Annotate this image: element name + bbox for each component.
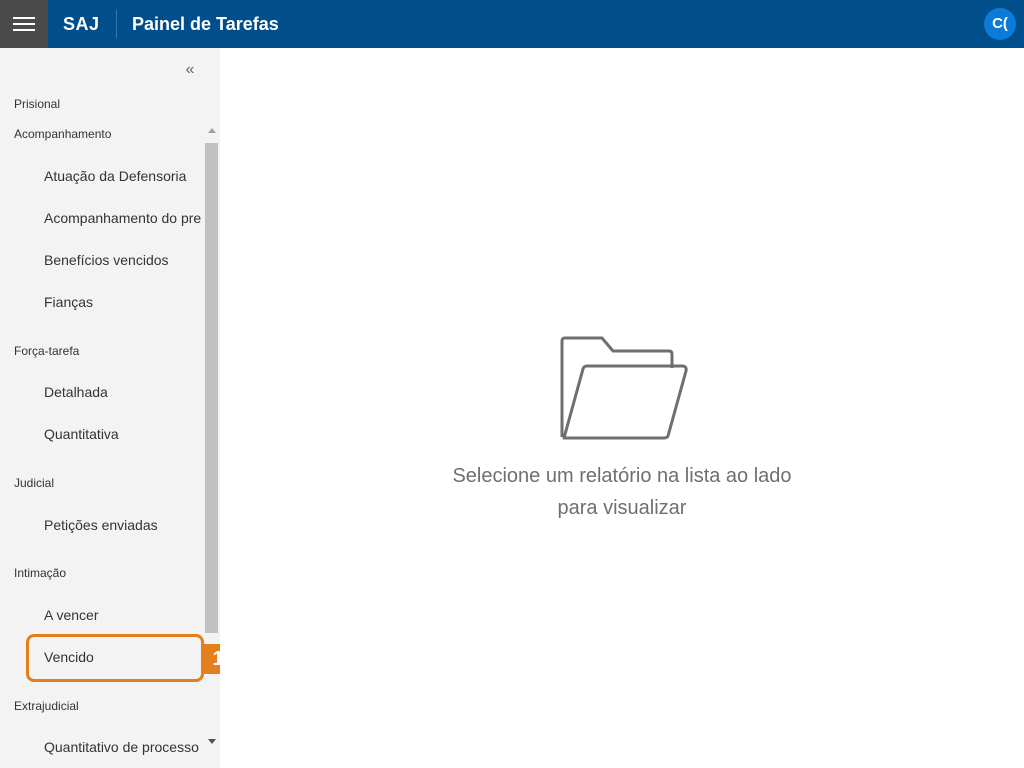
sidebar-item-fiancas[interactable]: Fianças [0,282,204,322]
highlight-box [26,634,204,682]
empty-state-line-2: para visualizar [557,497,687,519]
sidebar-item-acompanhamento-preso[interactable]: Acompanhamento do pre [0,198,204,238]
user-avatar[interactable]: C( [984,8,1016,40]
sidebar-item-quantitativo-processo[interactable]: Quantitativo de processo [0,727,204,767]
empty-state-line-1: Selecione um relatório na lista ao lado [452,465,792,487]
scroll-up-arrow-icon[interactable] [208,128,216,133]
scrollbar-thumb[interactable] [205,143,218,633]
sidebar-item-quantitativa[interactable]: Quantitativa [0,414,204,454]
header-divider [116,10,117,38]
folder-open-icon [560,336,688,440]
sidebar-item-a-vencer[interactable]: A vencer [0,595,204,635]
sidebar-item-peticoes-enviadas[interactable]: Petições enviadas [0,505,204,545]
main-content: Selecione um relatório na lista ao lado … [220,48,1024,768]
hamburger-icon [13,17,35,31]
group-header-extrajudicial: Extrajudicial [14,699,79,713]
empty-state-message: Selecione um relatório na lista ao lado … [220,460,1024,524]
menu-button[interactable] [0,0,48,48]
top-bar: SAJ Painel de Tarefas C( [0,0,1024,48]
group-header-forca-tarefa: Força-tarefa [14,344,80,358]
group-header-prisional: Prisional [14,97,61,111]
double-chevron-left-icon[interactable]: « [180,60,200,80]
scroll-down-arrow-icon[interactable] [208,739,216,744]
sidebar-item-beneficios-vencidos[interactable]: Benefícios vencidos [0,240,204,280]
group-header-intimacao: Intimação [14,566,67,580]
sidebar-item-detalhada[interactable]: Detalhada [0,372,204,412]
brand-logo[interactable]: SAJ [63,0,100,48]
sidebar-item-atuacao-defensoria[interactable]: Atuação da Defensoria [0,156,204,196]
page-title: Painel de Tarefas [132,14,279,34]
group-header-acompanhamento: Acompanhamento [14,127,112,141]
group-header-judicial: Judicial [14,476,55,490]
